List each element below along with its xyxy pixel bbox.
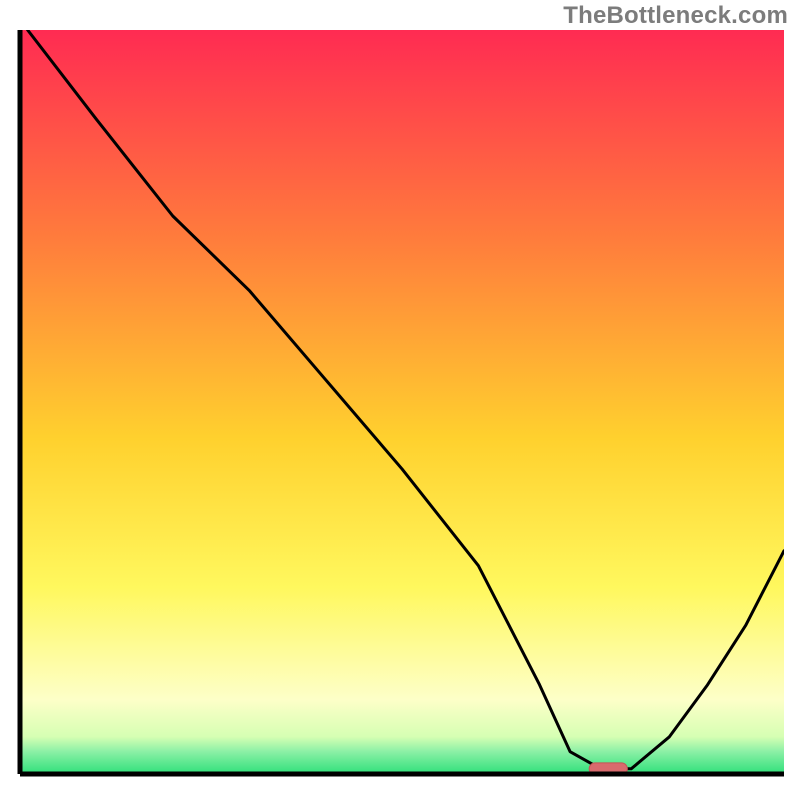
chart-stage: TheBottleneck.com [0,0,800,800]
bottleneck-chart [0,0,800,800]
watermark-label: TheBottleneck.com [563,2,788,30]
plot-background [20,30,784,774]
